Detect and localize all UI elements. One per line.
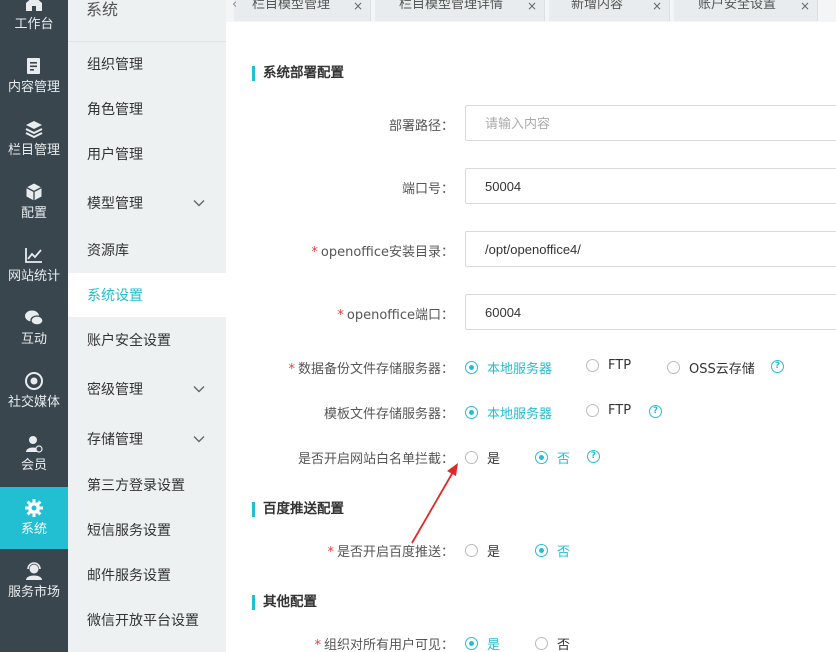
tab-label: 账户安全设置	[698, 0, 777, 12]
rail-item-interaction[interactable]: 互动	[0, 297, 68, 359]
submenu-item-resources[interactable]: 资源库	[68, 228, 226, 272]
chevron-down-icon	[193, 200, 205, 207]
tab-column-model[interactable]: ‹ 栏目模型管理 ×	[232, 0, 371, 21]
submenu-item-users[interactable]: 用户管理	[68, 132, 226, 176]
submenu-item-label: 账户安全设置	[87, 333, 171, 349]
layers-icon	[25, 121, 43, 139]
chevron-down-icon	[193, 386, 205, 393]
submenu-item-email[interactable]: 邮件服务设置	[68, 553, 226, 597]
rail-label: 会员	[20, 458, 47, 473]
tab-new-content[interactable]: 新增内容 ×	[549, 0, 670, 21]
submenu-item-classification[interactable]: 密级管理	[68, 367, 226, 411]
document-edit-icon	[27, 58, 40, 74]
submenu-item-label: 微信开放平台设置	[87, 613, 199, 629]
rail-item-statistics[interactable]: 网站统计	[0, 234, 68, 296]
target-icon	[25, 372, 43, 390]
rail-label: 内容管理	[7, 80, 60, 95]
rail-item-content[interactable]: 内容管理	[0, 45, 68, 107]
close-icon[interactable]: ×	[652, 0, 662, 13]
cube-icon	[26, 183, 42, 201]
submenu-item-label: 存储管理	[87, 432, 143, 448]
system-submenu: 系统 组织管理 角色管理 用户管理 模型管理 资源库 系统设置 账户安全设置 密…	[68, 0, 226, 652]
submenu-item-label: 模型管理	[87, 196, 143, 212]
gear-icon	[25, 499, 43, 517]
submenu-item-wechat[interactable]: 微信开放平台设置	[68, 598, 226, 642]
rail-item-columns[interactable]: 栏目管理	[0, 108, 68, 170]
rail-label: 工作台	[14, 17, 54, 32]
line-chart-icon	[25, 248, 42, 263]
submenu-item-third-party-login[interactable]: 第三方登录设置	[68, 463, 226, 507]
submenu-item-models[interactable]: 模型管理	[68, 181, 226, 225]
submenu-item-roles[interactable]: 角色管理	[68, 87, 226, 131]
submenu-item-label: 角色管理	[87, 102, 143, 118]
submenu-item-system-settings[interactable]: 系统设置	[68, 273, 226, 317]
submenu-item-label: 系统设置	[87, 288, 143, 304]
rail-label: 网站统计	[7, 269, 60, 284]
rail-item-service-market[interactable]: 服务市场	[0, 550, 68, 612]
rail-label: 社交媒体	[7, 395, 60, 410]
settings-form: 系统部署配置 部署路径： 端口号： *openoffice安装目录： *open…	[226, 22, 836, 652]
rail-item-member[interactable]: 会员	[0, 423, 68, 485]
chat-bubbles-icon	[25, 310, 44, 326]
submenu-item-label: 资源库	[87, 243, 129, 259]
submenu-item-label: 组织管理	[87, 57, 143, 73]
rail-label: 系统	[20, 522, 47, 537]
submenu-item-label: 第三方登录设置	[87, 478, 185, 494]
submenu-item-label: 用户管理	[87, 147, 143, 163]
headset-icon	[26, 562, 42, 580]
rail-item-config[interactable]: 配置	[0, 171, 68, 233]
icon-rail: 工作台 内容管理 栏目管理 配置 网站统计 互动 社交媒体 会员 系统 服务市场	[0, 0, 68, 652]
tab-label: 栏目模型管理	[252, 0, 331, 12]
rail-item-system[interactable]: 系统	[0, 487, 68, 549]
chevron-down-icon	[193, 436, 205, 443]
close-icon[interactable]: ×	[527, 0, 537, 13]
rail-item-social-media[interactable]: 社交媒体	[0, 360, 68, 422]
submenu-item-storage[interactable]: 存储管理	[68, 417, 226, 461]
tab-column-model-detail[interactable]: 栏目模型管理详情 ×	[375, 0, 545, 21]
submenu-item-account-security[interactable]: 账户安全设置	[68, 318, 226, 362]
tab-prev-icon[interactable]: ‹	[232, 0, 237, 12]
tab-bar: ‹ 栏目模型管理 × 栏目模型管理详情 × 新增内容 × 账户安全设置 ×	[226, 0, 836, 22]
submenu-item-label: 邮件服务设置	[87, 568, 171, 584]
rail-label: 服务市场	[7, 585, 60, 600]
tab-label: 新增内容	[571, 0, 624, 12]
rail-label: 互动	[20, 332, 47, 347]
member-icon	[26, 436, 43, 453]
submenu-item-label: 短信服务设置	[87, 523, 171, 539]
tab-label: 栏目模型管理详情	[399, 0, 504, 12]
close-icon[interactable]: ×	[353, 0, 363, 13]
home-icon	[26, 0, 42, 11]
submenu-title: 系统	[86, 0, 119, 19]
tab-account-security[interactable]: 账户安全设置 ×	[674, 0, 818, 21]
rail-item-workbench[interactable]: 工作台	[0, 0, 68, 44]
rail-label: 栏目管理	[7, 143, 60, 158]
close-icon[interactable]: ×	[800, 0, 810, 13]
annotation-arrow	[411, 463, 458, 544]
submenu-item-sms[interactable]: 短信服务设置	[68, 508, 226, 552]
rail-label: 配置	[20, 206, 47, 221]
submenu-item-organization[interactable]: 组织管理	[68, 42, 226, 86]
submenu-item-label: 密级管理	[87, 382, 143, 398]
